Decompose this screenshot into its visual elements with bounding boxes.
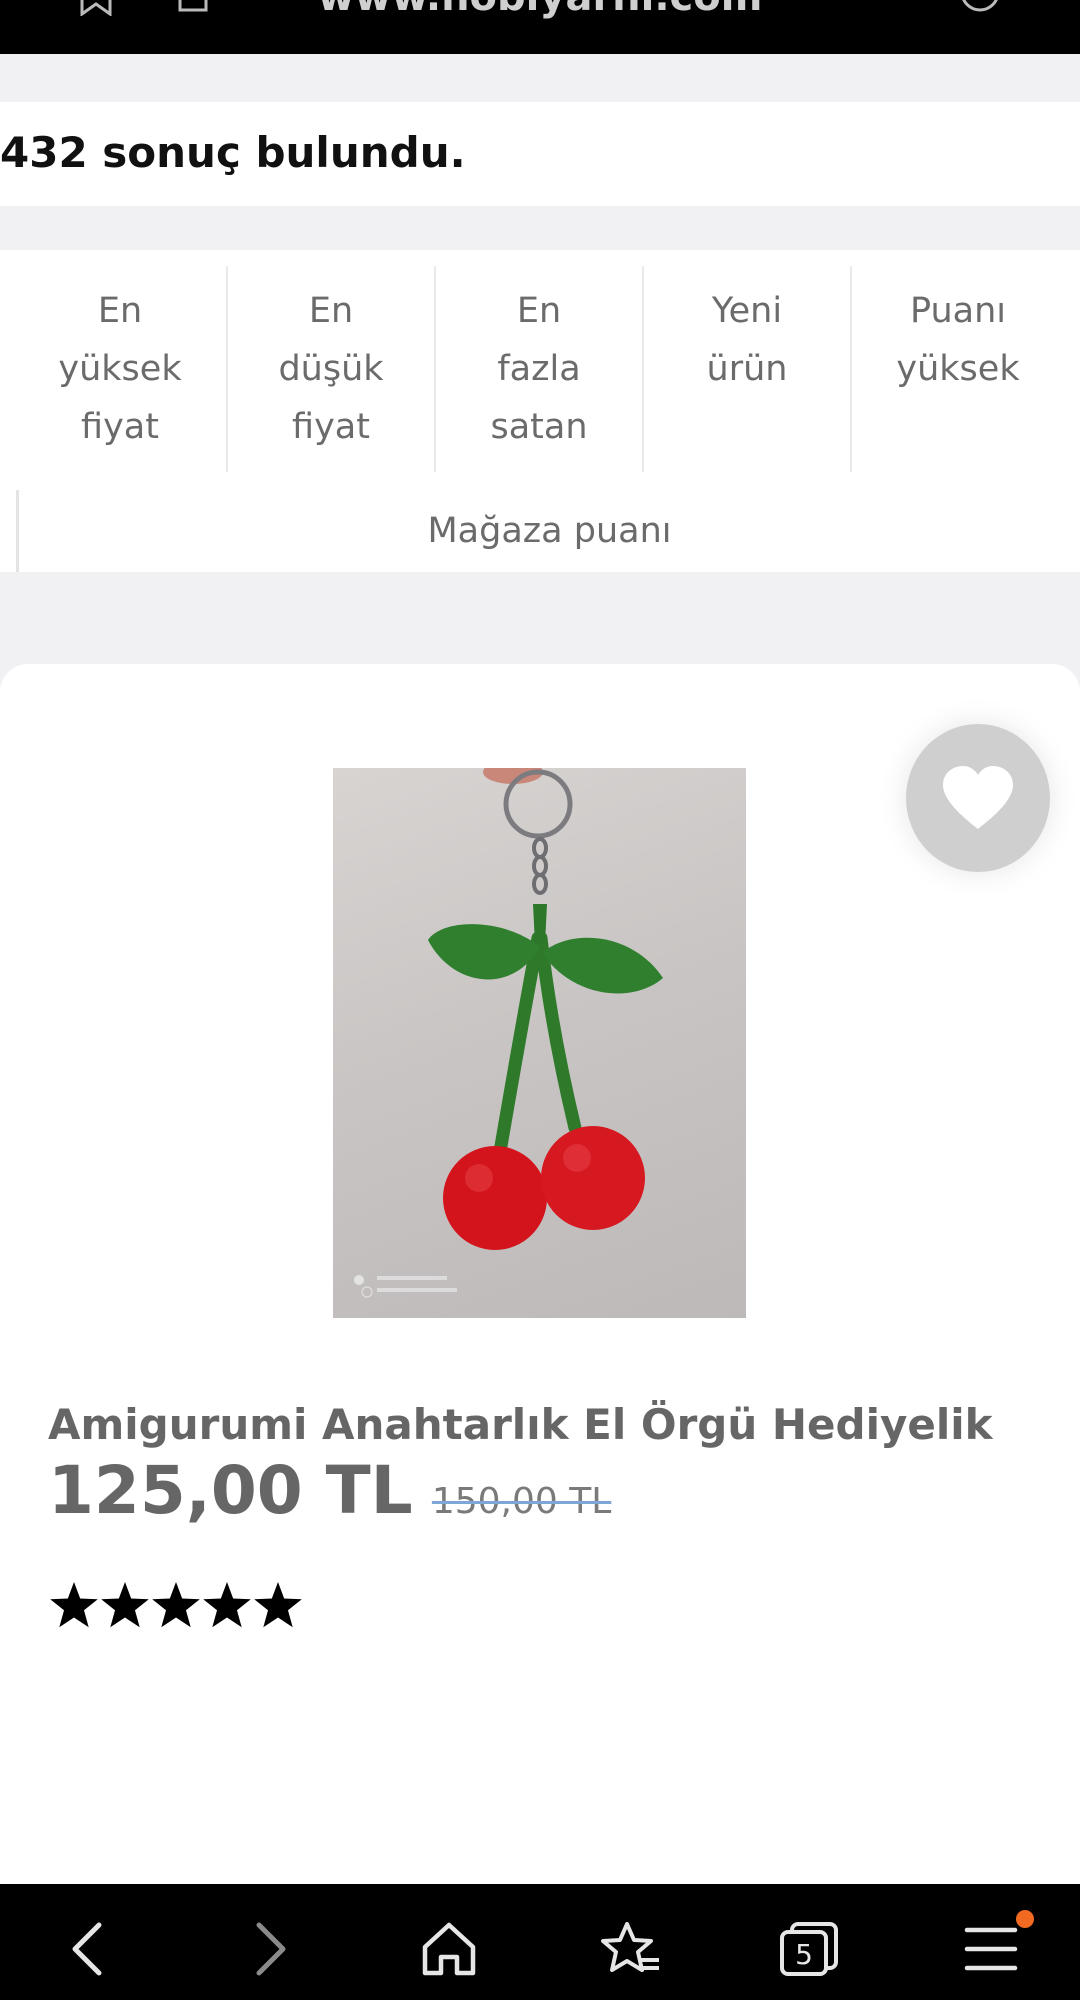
- sort-store-rating[interactable]: Mağaza puanı: [16, 490, 1080, 572]
- home-icon: [422, 1922, 476, 1976]
- rating-star: [50, 1582, 98, 1628]
- back-button[interactable]: [52, 1914, 122, 1984]
- rating-star: [203, 1582, 251, 1628]
- rating-star: [152, 1582, 200, 1628]
- sort-options-panel: En yüksek fiyat En düşük fiyat En fazla …: [0, 250, 1080, 572]
- forward-icon: [256, 1922, 286, 1976]
- sort-new-product[interactable]: Yeni ürün: [644, 282, 850, 398]
- rating-stars: [48, 1580, 308, 1636]
- rating-star: [101, 1582, 149, 1628]
- tabs-button[interactable]: 5: [774, 1914, 844, 1984]
- rating-star: [254, 1582, 302, 1628]
- address-bar-url[interactable]: www.hobiyarni.com: [0, 0, 1080, 20]
- sort-highest-rated[interactable]: Puanı yüksek: [852, 282, 1064, 398]
- results-count-bar: 432 sonuç bulundu.: [0, 102, 1080, 206]
- menu-icon: [964, 1927, 1018, 1971]
- menu-notification-dot: [1016, 1910, 1034, 1928]
- browser-top-bar: www.hobiyarni.com: [0, 0, 1080, 54]
- results-count: 432 sonuç bulundu.: [0, 128, 466, 177]
- forward-button[interactable]: [236, 1914, 306, 1984]
- price-row: 125,00 TL 150,00 TL: [48, 1452, 611, 1529]
- cherry-keychain-image: [354, 768, 663, 1298]
- sort-lowest-price[interactable]: En düşük fiyat: [228, 282, 434, 456]
- bookmarks-icon: [601, 1922, 659, 1972]
- old-price: 150,00 TL: [431, 1481, 612, 1522]
- back-icon: [72, 1922, 102, 1976]
- current-price: 125,00 TL: [48, 1452, 413, 1529]
- product-image[interactable]: [333, 768, 746, 1318]
- home-button[interactable]: [414, 1914, 484, 1984]
- product-title[interactable]: Amigurumi Anahtarlık El Örgü Hediyelik: [48, 1400, 993, 1449]
- product-card[interactable]: Amigurumi Anahtarlık El Örgü Hediyelik 1…: [0, 664, 1080, 1884]
- menu-button[interactable]: [956, 1914, 1026, 1984]
- favorite-button[interactable]: [906, 724, 1050, 872]
- tab-count: 5: [795, 1938, 813, 1971]
- refresh-icon[interactable]: [960, 0, 1000, 16]
- star-rating-icon: [50, 1582, 302, 1628]
- sort-best-selling[interactable]: En fazla satan: [436, 282, 642, 456]
- browser-bottom-nav: 5: [0, 1884, 1080, 2000]
- sort-highest-price[interactable]: En yüksek fiyat: [0, 282, 240, 456]
- tabs-icon: 5: [780, 1922, 838, 1976]
- bookmarks-button[interactable]: [596, 1914, 666, 1984]
- heart-icon: [943, 766, 1013, 829]
